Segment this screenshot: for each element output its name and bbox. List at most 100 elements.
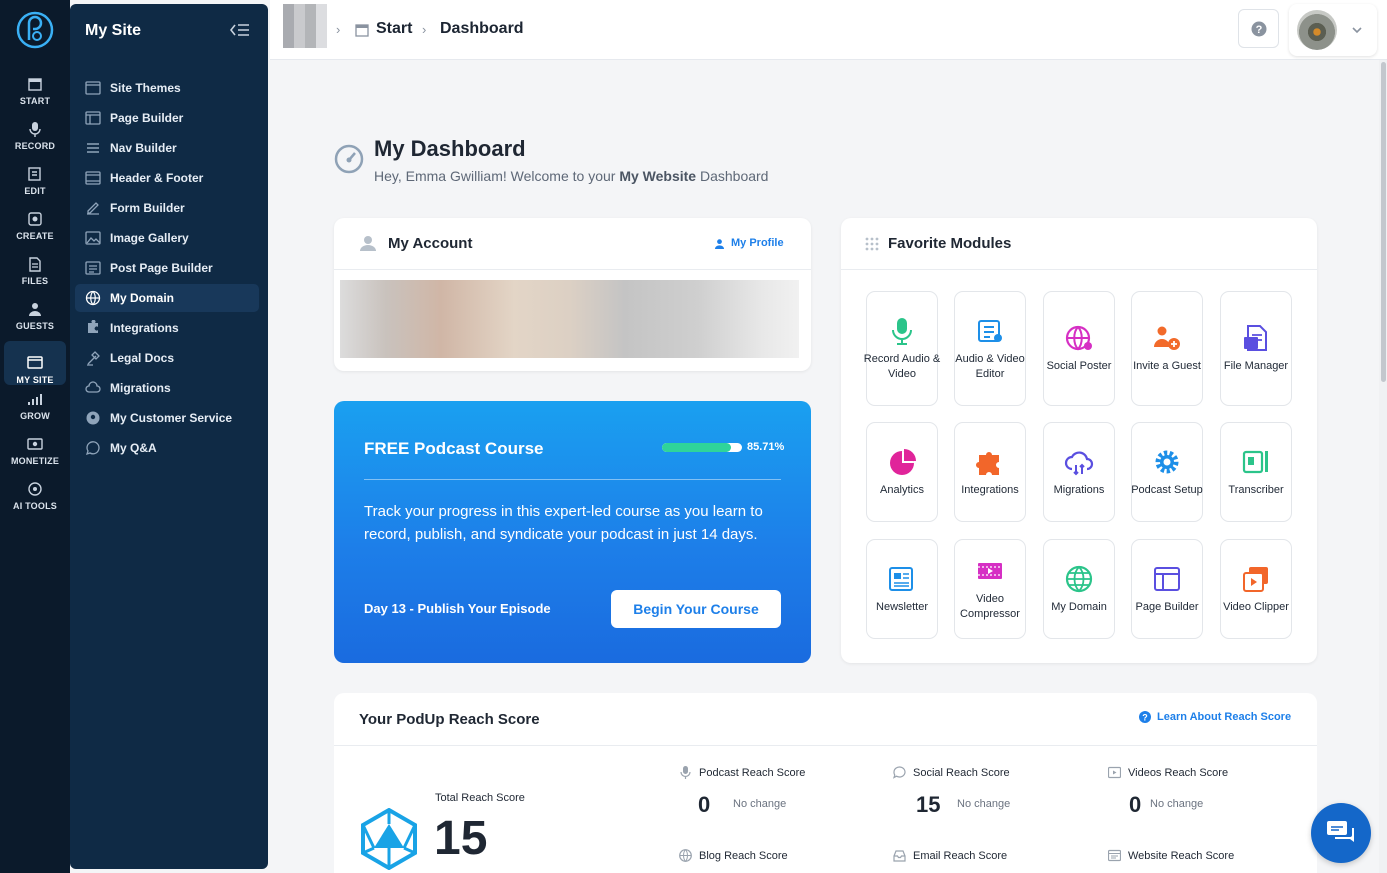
- my-site-icon: [27, 356, 43, 369]
- file-manager-icon: [1244, 325, 1267, 351]
- module-label: Newsletter: [876, 600, 928, 613]
- module-file-manager[interactable]: File Manager: [1220, 291, 1292, 406]
- sidebar-item-site-themes[interactable]: Site Themes: [75, 74, 259, 102]
- total-reach-value: 15: [434, 812, 488, 865]
- files-icon: [29, 257, 41, 272]
- module-newsletter[interactable]: Newsletter: [866, 539, 938, 639]
- podup-logo-icon[interactable]: [15, 10, 55, 50]
- reach-score-card: Your PodUp Reach Score ? Learn About Rea…: [334, 693, 1317, 873]
- rail-item-label: GUESTS: [15, 321, 55, 331]
- module-podcast-setup[interactable]: Podcast Setup: [1131, 422, 1203, 522]
- module-social-poster[interactable]: Social Poster: [1043, 291, 1115, 406]
- profile-menu-button[interactable]: [1289, 4, 1377, 56]
- scrollbar-thumb[interactable]: [1381, 62, 1386, 382]
- my-profile-link[interactable]: My Profile: [714, 237, 784, 249]
- globe-icon: [679, 849, 692, 862]
- sidebar-item-label: My Domain: [110, 291, 175, 305]
- my-account-card: My Account My Profile: [334, 218, 811, 371]
- rail-item-ai-tools[interactable]: AI TOOLS: [4, 469, 66, 511]
- inbox-icon: [893, 850, 906, 862]
- learn-reach-score-link[interactable]: ? Learn About Reach Score: [1139, 711, 1291, 723]
- module-audio-video-editor[interactable]: Audio & Video Editor: [954, 291, 1026, 406]
- video-compress-icon: [978, 563, 1002, 579]
- social-reach-change: No change: [957, 798, 1011, 810]
- page-builder-icon: [85, 111, 101, 125]
- sidebar-item-label: Nav Builder: [110, 141, 177, 155]
- legal-docs-icon: [87, 351, 100, 366]
- module-label: Invite a Guest: [1133, 360, 1201, 372]
- module-integrations[interactable]: Integrations: [954, 422, 1026, 522]
- chevron-right-icon: ›: [422, 22, 427, 37]
- module-transcriber[interactable]: Transcriber: [1220, 422, 1292, 522]
- module-my-domain[interactable]: My Domain: [1043, 539, 1115, 639]
- module-invite-guest[interactable]: Invite a Guest: [1131, 291, 1203, 406]
- rail-item-files[interactable]: FILES: [4, 244, 66, 286]
- monetize-icon: [27, 438, 43, 450]
- videos-reach-change: No change: [1150, 798, 1204, 810]
- account-info-redacted: [340, 280, 799, 358]
- begin-course-button[interactable]: Begin Your Course: [611, 590, 781, 628]
- course-progress-fill: [662, 443, 731, 452]
- collapse-sidebar-icon[interactable]: [230, 22, 250, 38]
- create-icon: [28, 212, 42, 226]
- card-title: My Account: [388, 235, 473, 252]
- rail-item-start[interactable]: START: [4, 64, 66, 106]
- podcast-reach-value: 0: [698, 792, 711, 817]
- course-progress-label: 85.71%: [747, 441, 785, 453]
- module-video-clipper[interactable]: Video Clipper: [1220, 539, 1292, 639]
- module-label: Transcriber: [1228, 483, 1284, 496]
- social-reach-value: 15: [916, 792, 941, 817]
- breadcrumb-start[interactable]: Start: [376, 20, 412, 38]
- rail-item-edit[interactable]: EDIT: [4, 154, 66, 196]
- welcome-message: Hey, Emma Gwilliam! Welcome to your My W…: [374, 168, 768, 184]
- sidebar-item-post-page-builder[interactable]: Post Page Builder: [75, 254, 259, 282]
- sidebar-item-page-builder[interactable]: Page Builder: [75, 104, 259, 132]
- avatar: [1297, 10, 1337, 50]
- chevron-right-icon: ›: [336, 22, 341, 37]
- sidebar-item-migrations[interactable]: Migrations: [75, 374, 259, 402]
- sidebar-item-header-footer[interactable]: Header & Footer: [75, 164, 259, 192]
- rail-item-record[interactable]: RECORD: [4, 109, 66, 151]
- sidebar-item-label: Site Themes: [110, 81, 181, 95]
- divider: [334, 745, 1317, 746]
- sidebar-item-my-domain[interactable]: My Domain: [75, 284, 259, 312]
- module-record-audio-video[interactable]: Record Audio & Video: [864, 291, 940, 406]
- sidebar-item-image-gallery[interactable]: Image Gallery: [75, 224, 259, 252]
- globe-icon: [85, 290, 101, 306]
- rail-item-label: RECORD: [14, 141, 56, 151]
- sidebar-item-label: Header & Footer: [110, 171, 204, 185]
- sidebar-item-legal-docs[interactable]: Legal Docs: [75, 344, 259, 372]
- rail-item-monetize[interactable]: MONETIZE: [4, 424, 66, 466]
- rail-item-label: START: [19, 96, 51, 106]
- rail-item-guests[interactable]: GUESTS: [4, 289, 66, 331]
- module-label: Podcast Setup: [1131, 483, 1203, 496]
- guests-icon: [29, 303, 41, 316]
- podcast-course-card: FREE Podcast Course 85.71% Track your pr…: [334, 401, 811, 663]
- website-reach-label: Website Reach Score: [1108, 849, 1234, 862]
- chat-button[interactable]: [1311, 803, 1371, 863]
- sidebar-item-my-qa[interactable]: My Q&A: [75, 434, 259, 462]
- metric-label-text: Blog Reach Score: [699, 849, 788, 862]
- rail-item-create[interactable]: CREATE: [4, 199, 66, 241]
- course-title: FREE Podcast Course: [364, 439, 544, 458]
- sidebar-item-my-customer-service[interactable]: My Customer Service: [75, 404, 259, 432]
- module-video-compressor[interactable]: Video Compressor: [954, 539, 1026, 639]
- ai-tools-icon: [28, 482, 42, 496]
- videos-reach-value: 0: [1129, 792, 1142, 817]
- module-migrations[interactable]: Migrations: [1043, 422, 1115, 522]
- rail-item-label: CREATE: [16, 231, 54, 241]
- sidebar: My Site Site Themes Page Builder Nav Bui…: [70, 4, 268, 869]
- module-analytics[interactable]: Analytics: [866, 422, 938, 522]
- rail-item-grow[interactable]: GROW: [4, 379, 66, 421]
- sidebar-item-label: My Customer Service: [110, 411, 233, 425]
- sidebar-item-integrations[interactable]: Integrations: [75, 314, 259, 342]
- sidebar-item-nav-builder[interactable]: Nav Builder: [75, 134, 259, 162]
- sidebar-item-form-builder[interactable]: Form Builder: [75, 194, 259, 222]
- total-reach-label: Total Reach Score: [435, 792, 525, 804]
- site-name: My Website: [619, 168, 697, 184]
- module-label: Analytics: [879, 483, 925, 496]
- module-page-builder[interactable]: Page Builder: [1131, 539, 1203, 639]
- metric-label-text: Podcast Reach Score: [699, 766, 806, 779]
- site-thumbnail[interactable]: [283, 4, 327, 48]
- help-button[interactable]: ?: [1238, 9, 1279, 48]
